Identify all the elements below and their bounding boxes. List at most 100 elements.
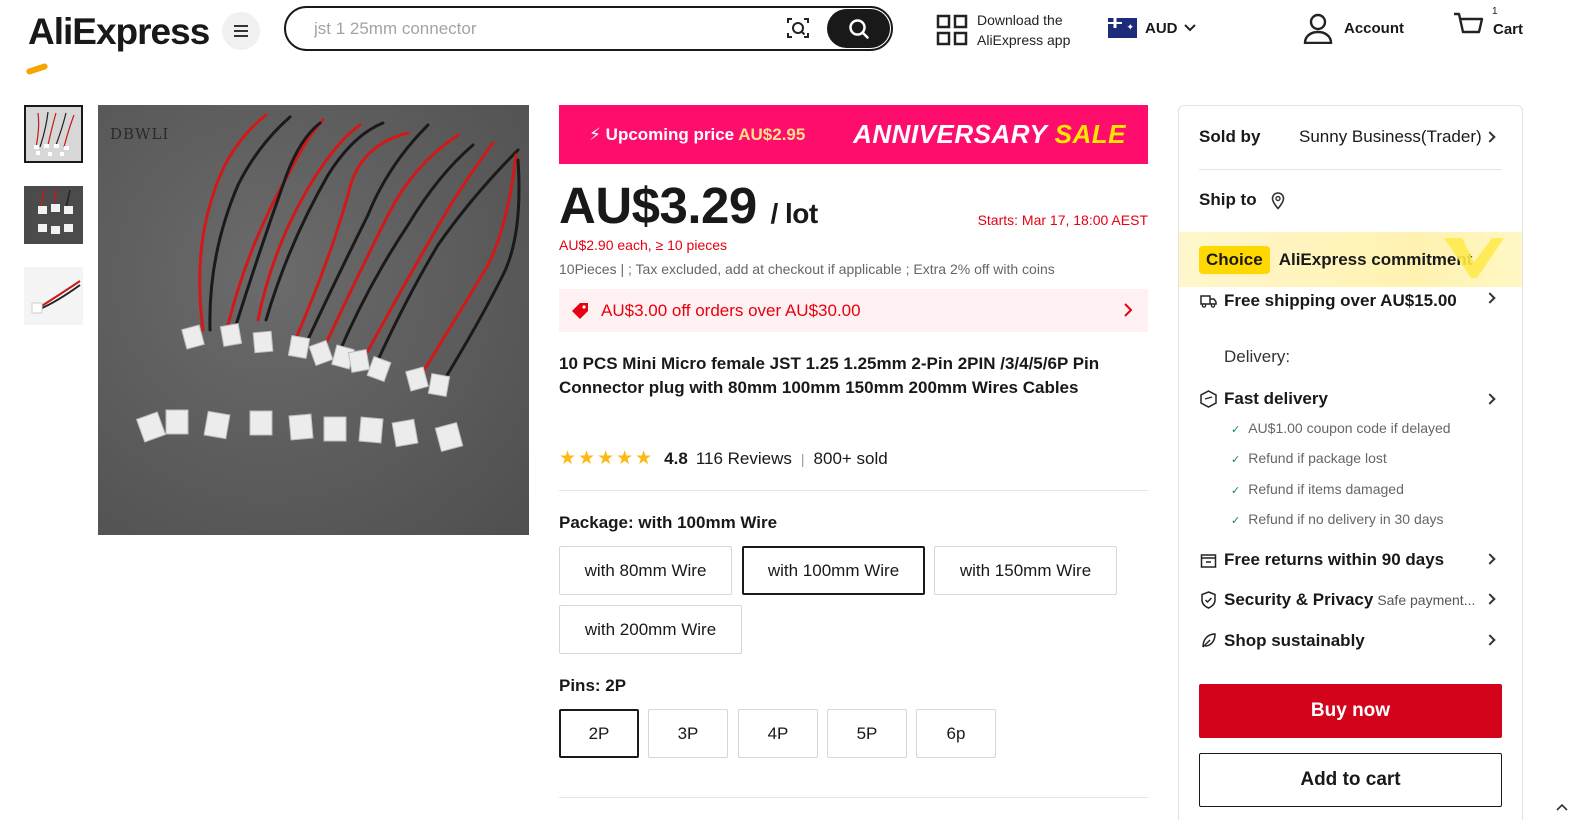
search-input[interactable]: [314, 16, 774, 42]
currency-selector[interactable]: AUD: [1108, 18, 1197, 38]
search-button[interactable]: [827, 9, 890, 48]
coupon-text: AU$3.00 off orders over AU$30.00: [601, 300, 861, 320]
download-line-2: AliExpress app: [977, 32, 1071, 48]
price-unit: / lot: [770, 198, 818, 229]
choice-badge: Choice: [1199, 245, 1270, 274]
thumbnail-3[interactable]: [24, 267, 83, 325]
security-privacy-row[interactable]: Security & Privacy Safe payment...: [1200, 590, 1475, 610]
product-title: 10 PCS Mini Micro female JST 1.25 1.25mm…: [559, 354, 1100, 397]
panel-divider: [1199, 169, 1502, 170]
download-line-1: Download the: [977, 12, 1063, 28]
image-watermark: DBWLI: [110, 125, 170, 143]
reviews-link[interactable]: 116 Reviews: [696, 449, 792, 469]
return-box-icon: [1200, 553, 1217, 568]
delivery-guarantee-item: AU$1.00 coupon code if delayed: [1231, 420, 1450, 436]
thumbnail-1[interactable]: [24, 105, 83, 163]
package-option-80mm[interactable]: with 80mm Wire: [559, 546, 732, 595]
add-to-cart-button[interactable]: Add to cart: [1199, 753, 1502, 807]
divider: |: [800, 450, 805, 467]
qr-code-icon: [936, 14, 968, 46]
chevron-down-icon: [1183, 24, 1196, 32]
account-link[interactable]: Account: [1303, 12, 1404, 44]
user-icon: [1303, 13, 1333, 44]
cart-label: Cart: [1493, 21, 1524, 38]
thumbnail-3-image: [26, 269, 81, 323]
anniversary-sale-label: ANNIVERSARY SALE: [853, 119, 1126, 150]
download-app-link[interactable]: Download the AliExpress app: [936, 10, 1070, 50]
search-icon: [848, 18, 869, 39]
seller-name[interactable]: Sunny Business(Trader): [1299, 127, 1482, 147]
bulk-price: AU$2.90 each, ≥ 10 pieces: [559, 237, 728, 253]
free-shipping-text: Free shipping over AU$15.00: [1224, 291, 1457, 310]
menu-icon[interactable]: [222, 12, 260, 50]
product-price: AU$3.29 / lot: [559, 176, 818, 235]
package-label: Package: with 100mm Wire: [559, 513, 778, 532]
divider-line: [559, 797, 1148, 798]
delivery-guarantee-item: Refund if items damaged: [1231, 481, 1404, 497]
price-value: AU$3.29: [559, 177, 757, 234]
main-product-image[interactable]: DBWLI: [98, 105, 529, 535]
pins-option-4p[interactable]: 4P: [738, 709, 818, 758]
rating-row[interactable]: ★★★★★ 4.8 116 Reviews | 800+ sold: [559, 447, 888, 470]
currency-label: AUD: [1145, 19, 1178, 37]
australia-flag-icon: [1108, 18, 1137, 38]
delivery-guarantee-item: Refund if package lost: [1231, 450, 1387, 466]
scroll-up-icon[interactable]: [1555, 800, 1569, 814]
coupon-tag-icon: [572, 302, 588, 319]
sale-text: SALE: [1054, 119, 1126, 149]
shop-sustainably-row[interactable]: Shop sustainably: [1200, 631, 1365, 651]
cart-link[interactable]: 1 Cart: [1452, 6, 1524, 42]
chevron-right-icon: [1124, 303, 1133, 317]
choice-commitment-banner: Choice AliExpress commitment: [1179, 232, 1522, 287]
free-returns-text: Free returns within 90 days: [1224, 550, 1445, 569]
cart-icon: [1454, 12, 1484, 34]
sold-by-label: Sold by: [1199, 127, 1261, 146]
sold-count: 800+ sold: [813, 448, 888, 468]
image-search-icon[interactable]: [786, 16, 810, 40]
anniversary-text: ANNIVERSARY: [853, 119, 1047, 149]
package-option-100mm[interactable]: with 100mm Wire: [742, 546, 925, 595]
security-text: Security & Privacy: [1224, 590, 1374, 609]
rating-score: 4.8: [664, 448, 688, 468]
tax-info: 10Pieces | ; Tax excluded, add at checko…: [559, 261, 1055, 277]
security-subtext: Safe payment...: [1377, 592, 1476, 608]
free-shipping-row[interactable]: Free shipping over AU$15.00: [1200, 291, 1457, 311]
commitment-text: AliExpress commitment: [1278, 249, 1473, 269]
product-photo: [135, 113, 521, 453]
thumbnail-2[interactable]: [24, 186, 83, 244]
upcoming-price-value: AU$2.95: [738, 124, 806, 144]
divider-line: [559, 490, 1148, 491]
pins-option-2p[interactable]: 2P: [559, 709, 639, 758]
download-app-text: Download the AliExpress app: [977, 10, 1070, 50]
thumbnail-1-image: [26, 107, 81, 161]
leaf-icon: [1202, 633, 1216, 648]
truck-icon: [1200, 295, 1217, 308]
account-label: Account: [1344, 19, 1404, 37]
pins-label: Pins: 2P: [559, 676, 627, 695]
upcoming-price: ⚡ Upcoming price AU$2.95: [589, 125, 805, 145]
star-rating-icon: ★★★★★: [559, 448, 655, 469]
fast-delivery-row[interactable]: Fast delivery: [1200, 389, 1328, 409]
ship-to-label: Ship to: [1199, 190, 1257, 209]
delivery-guarantee-item: Refund if no delivery in 30 days: [1231, 511, 1443, 527]
aliexpress-logo[interactable]: AliExpress: [28, 10, 210, 54]
package-option-200mm[interactable]: with 200mm Wire: [559, 605, 742, 654]
search-bar: [284, 6, 893, 51]
sale-start-time: Starts: Mar 17, 18:00 AEST: [977, 212, 1148, 228]
coupon-banner[interactable]: AU$3.00 off orders over AU$30.00: [559, 289, 1148, 332]
cart-count: 1: [1492, 6, 1498, 17]
delivery-label: Delivery:: [1224, 347, 1291, 366]
promo-banner[interactable]: ⚡ Upcoming price AU$2.95 ANNIVERSARY SAL…: [559, 105, 1148, 164]
free-returns-row[interactable]: Free returns within 90 days: [1200, 550, 1444, 570]
buy-now-button[interactable]: Buy now: [1199, 684, 1502, 738]
sustainably-text: Shop sustainably: [1224, 631, 1365, 650]
pins-option-3p[interactable]: 3P: [648, 709, 728, 758]
location-pin-icon[interactable]: [1271, 192, 1285, 210]
logo-text: AliExpress: [28, 11, 210, 52]
package-option-150mm[interactable]: with 150mm Wire: [934, 546, 1117, 595]
pins-option-6p[interactable]: 6p: [916, 709, 996, 758]
lightning-icon: ⚡: [589, 124, 601, 144]
shield-icon: [1201, 591, 1216, 609]
thumbnail-2-image: [26, 188, 81, 242]
pins-option-5p[interactable]: 5P: [827, 709, 907, 758]
